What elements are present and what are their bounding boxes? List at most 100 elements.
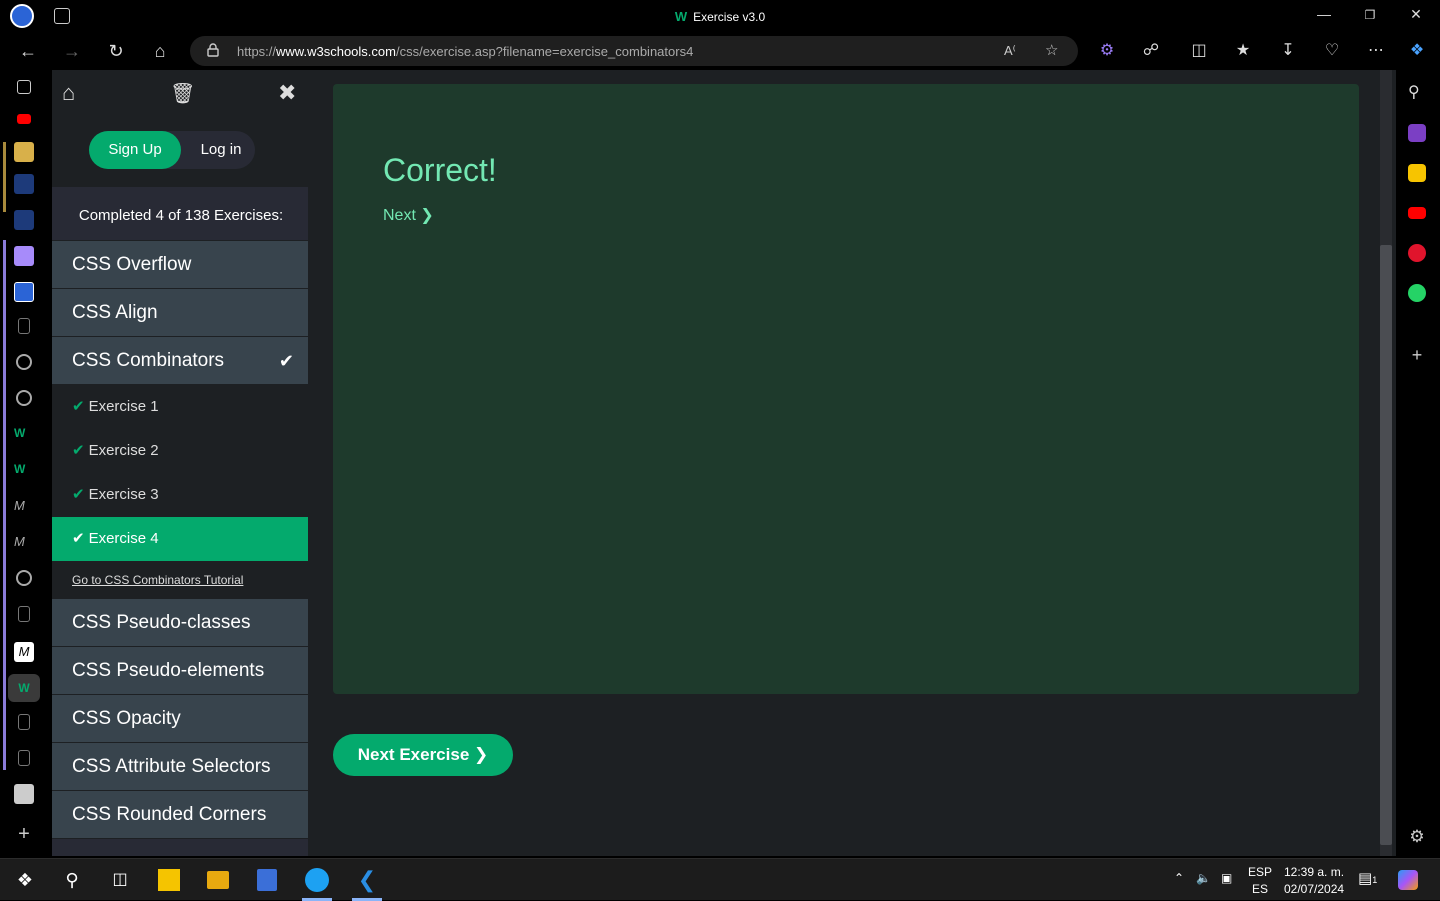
downloads-icon[interactable]: ↧ — [1277, 40, 1299, 60]
task-view-icon[interactable]: ◫ — [107, 867, 133, 893]
keyboard-layout: ES — [1252, 882, 1269, 896]
exercise-item-2[interactable]: ✔ Exercise 2 — [52, 429, 310, 473]
youtube-tab-icon[interactable] — [17, 114, 31, 124]
tab-icon-page-4[interactable] — [18, 750, 30, 766]
sign-up-button[interactable]: Sign Up — [89, 131, 181, 169]
extensions-puzzle-icon[interactable]: ☍ — [1140, 40, 1162, 60]
tab-icon-play[interactable] — [14, 784, 34, 804]
search-icon[interactable]: ⚲ — [1408, 82, 1426, 101]
tab-icon-w3schools-active[interactable]: W — [8, 674, 40, 702]
tab-icon-m[interactable]: M — [14, 498, 34, 518]
log-in-button[interactable]: Log in — [191, 131, 251, 169]
tab-group-indicator-2 — [3, 240, 6, 770]
vertical-tabs-sidebar: W W M M M W + — [0, 70, 48, 858]
favorite-star-icon[interactable]: ☆ — [1045, 41, 1058, 59]
tab-icon-codepen-3[interactable] — [16, 570, 32, 586]
trash-icon[interactable]: 🗑 — [170, 81, 195, 106]
tab-group-indicator — [3, 142, 6, 212]
new-tab-plus-icon[interactable]: + — [14, 824, 34, 844]
w3schools-logo-icon: W — [674, 9, 688, 24]
language-code: ESP — [1248, 865, 1273, 879]
tab-icon-page-2[interactable] — [18, 606, 30, 622]
language-indicator[interactable]: ESP ES — [1248, 864, 1272, 898]
topic-css-combinators[interactable]: CSS Combinators ✔ — [52, 337, 310, 385]
refresh-button[interactable]: ↻ — [104, 40, 128, 62]
volume-icon[interactable]: 🔈 — [1196, 871, 1211, 885]
tab-icon-chart[interactable] — [14, 174, 34, 194]
topic-css-pseudo-elements[interactable]: CSS Pseudo-elements — [52, 647, 310, 695]
tab-actions-icon[interactable] — [17, 80, 31, 94]
music-icon[interactable] — [1408, 244, 1426, 262]
tutorial-link[interactable]: Go to CSS Combinators Tutorial — [52, 561, 310, 599]
menu-scroll-edge — [308, 116, 310, 856]
exercise-label: Exercise 4 — [88, 530, 159, 547]
result-heading: Correct! — [383, 152, 497, 188]
exercise-item-4[interactable]: ✔ Exercise 4 — [52, 517, 310, 561]
tab-icon-purple[interactable] — [14, 246, 34, 266]
copilot-taskbar-icon[interactable] — [1398, 870, 1418, 890]
tab-icon-codepen[interactable] — [16, 354, 32, 370]
favorites-icon[interactable]: ★ — [1232, 40, 1254, 60]
sticky-notes-icon[interactable] — [158, 869, 180, 891]
address-bar[interactable]: https://www.w3schools.com/css/exercise.a… — [190, 36, 1078, 66]
topic-css-attribute-selectors[interactable]: CSS Attribute Selectors — [52, 743, 310, 791]
read-aloud-icon[interactable]: A⁽ — [1004, 43, 1016, 59]
keep-icon[interactable] — [1408, 164, 1426, 182]
onenote-icon[interactable] — [1408, 124, 1426, 142]
tab-icon-folder[interactable] — [14, 142, 34, 162]
calculator-icon[interactable] — [257, 869, 277, 891]
tab-icon-profile[interactable] — [14, 282, 34, 302]
youtube-icon[interactable] — [1408, 207, 1426, 219]
next-link[interactable]: Next ❯ — [383, 205, 434, 225]
page-scrollbar-thumb[interactable] — [1380, 245, 1392, 845]
close-menu-icon[interactable]: ✖ — [278, 80, 296, 106]
window-title-text: Exercise v3.0 — [693, 10, 766, 24]
tab-icon-codepen-2[interactable] — [16, 390, 32, 406]
topic-css-pseudo-classes[interactable]: CSS Pseudo-classes — [52, 599, 310, 647]
topic-css-align[interactable]: CSS Align — [52, 289, 310, 337]
tab-icon-m-3[interactable]: M — [14, 642, 34, 662]
auth-section: Sign Up Log in — [52, 116, 310, 187]
whatsapp-icon[interactable] — [1408, 284, 1426, 302]
web-page: ⌂ 🗑 ✖ Sign Up Log in Completed 4 of 138 … — [52, 70, 1396, 856]
split-screen-icon[interactable]: ◫ — [1188, 40, 1210, 60]
more-menu-icon[interactable]: ⋯ — [1365, 40, 1387, 60]
completed-check-icon: ✔ — [278, 351, 294, 371]
network-icon[interactable]: ▣ — [1221, 871, 1232, 885]
tab-icon-page[interactable] — [18, 318, 30, 334]
notifications-icon[interactable]: ▤1 — [1358, 869, 1377, 887]
topic-css-overflow[interactable]: CSS Overflow — [52, 241, 310, 289]
browser-essentials-icon[interactable]: ♡ — [1321, 40, 1343, 60]
tab-icon-page-3[interactable] — [18, 714, 30, 730]
copilot-icon[interactable]: ❖ — [1406, 40, 1428, 60]
back-button[interactable]: ← — [16, 40, 40, 62]
sidebar-settings-icon[interactable]: ⚙ — [1408, 828, 1426, 846]
home-button[interactable]: ⌂ — [148, 40, 172, 62]
taskbar-search-icon[interactable]: ⚲ — [59, 867, 85, 893]
tab-icon-w3schools-2[interactable]: W — [14, 462, 34, 482]
topic-css-rounded-corners[interactable]: CSS Rounded Corners — [52, 791, 310, 839]
add-sidebar-app-icon[interactable]: + — [1408, 346, 1426, 364]
minimize-button[interactable]: — — [1314, 6, 1334, 22]
tray-chevron-icon[interactable]: ⌃ — [1174, 871, 1184, 885]
home-icon[interactable]: ⌂ — [62, 80, 75, 106]
exercise-item-3[interactable]: ✔ Exercise 3 — [52, 473, 310, 517]
clock-time: 12:39 a. m. — [1284, 865, 1345, 879]
exercise-item-1[interactable]: ✔ Exercise 1 — [52, 385, 310, 429]
restore-button[interactable]: ❐ — [1360, 8, 1380, 22]
next-exercise-button[interactable]: Next Exercise ❯ — [333, 734, 513, 776]
tab-icon-chart-2[interactable] — [14, 210, 34, 230]
edge-browser-icon[interactable] — [305, 868, 329, 892]
start-windows-icon[interactable]: ❖ — [12, 867, 38, 893]
close-window-button[interactable]: ✕ — [1406, 6, 1426, 23]
window-title: W Exercise v3.0 — [0, 9, 1440, 24]
tab-icon-w3schools[interactable]: W — [14, 426, 34, 446]
url-text[interactable]: https://www.w3schools.com/css/exercise.a… — [237, 44, 693, 59]
forward-button[interactable]: → — [60, 40, 84, 62]
clock[interactable]: 12:39 a. m. 02/07/2024 — [1284, 864, 1344, 898]
topic-css-opacity[interactable]: CSS Opacity — [52, 695, 310, 743]
vscode-icon[interactable]: ❮ — [354, 867, 380, 893]
file-explorer-icon[interactable] — [207, 871, 229, 889]
tab-icon-m-2[interactable]: M — [14, 534, 34, 554]
extension-gear-icon[interactable]: ⚙ — [1096, 40, 1118, 60]
